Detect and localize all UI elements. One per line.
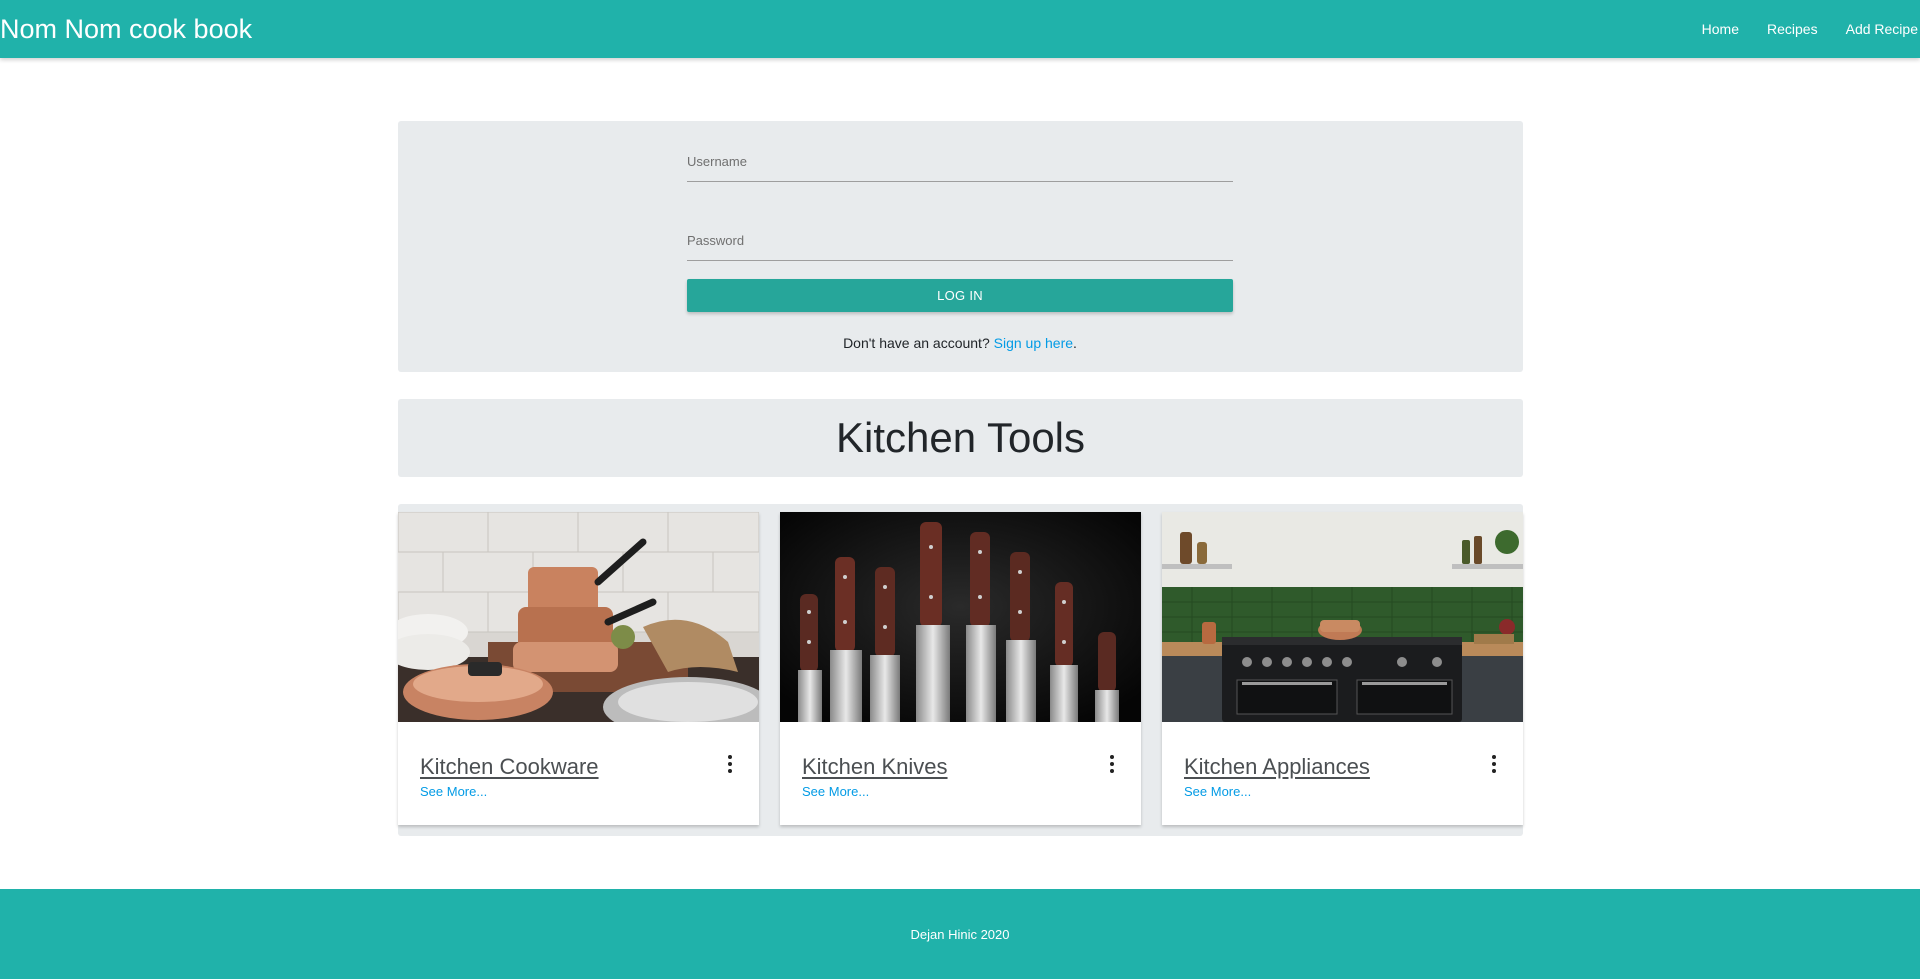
see-more-link[interactable]: See More... bbox=[802, 784, 869, 799]
signup-text: Don't have an account? bbox=[843, 335, 990, 351]
nav-link-home[interactable]: Home bbox=[1702, 21, 1739, 37]
login-panel: Username Password LOG IN Don't have an a… bbox=[398, 121, 1523, 372]
nav-link-add-recipe[interactable]: Add Recipe bbox=[1846, 21, 1918, 37]
card-kitchen-knives: Kitchen Knives See More... bbox=[780, 512, 1141, 825]
signup-link[interactable]: Sign up here bbox=[994, 335, 1073, 351]
nav-links: Home Recipes Add Recipe bbox=[1674, 0, 1920, 58]
more-vert-icon[interactable] bbox=[1489, 751, 1499, 777]
kitchen-range-photo[interactable] bbox=[1162, 512, 1523, 722]
cards-area: Kitchen Cookware See More... Kitchen Kni… bbox=[398, 504, 1523, 836]
signup-prompt: Don't have an account? Sign up here. bbox=[687, 335, 1233, 351]
more-vert-icon[interactable] bbox=[725, 751, 735, 777]
username-underline bbox=[687, 181, 1233, 182]
card-title[interactable]: Kitchen Knives bbox=[802, 754, 948, 780]
card-title[interactable]: Kitchen Cookware bbox=[420, 754, 599, 780]
more-vert-icon[interactable] bbox=[1107, 751, 1117, 777]
password-placeholder: Password bbox=[687, 233, 745, 248]
signup-suffix: . bbox=[1073, 335, 1077, 351]
copper-cookware-photo[interactable] bbox=[398, 512, 759, 722]
nav-link-recipes[interactable]: Recipes bbox=[1767, 21, 1818, 37]
card-title[interactable]: Kitchen Appliances bbox=[1184, 754, 1370, 780]
section-title-panel: Kitchen Tools bbox=[398, 399, 1523, 477]
footer-text: Dejan Hinic 2020 bbox=[910, 926, 1010, 942]
knife-set-photo[interactable] bbox=[780, 512, 1141, 722]
navbar: Nom Nom cook book Home Recipes Add Recip… bbox=[0, 0, 1920, 58]
card-kitchen-cookware: Kitchen Cookware See More... bbox=[398, 512, 759, 825]
brand-logo[interactable]: Nom Nom cook book bbox=[0, 0, 252, 58]
username-placeholder: Username bbox=[687, 154, 747, 169]
footer: Dejan Hinic 2020 bbox=[0, 889, 1920, 979]
see-more-link[interactable]: See More... bbox=[1184, 784, 1251, 799]
section-title: Kitchen Tools bbox=[835, 414, 1086, 461]
see-more-link[interactable]: See More... bbox=[420, 784, 487, 799]
card-kitchen-appliances: Kitchen Appliances See More... bbox=[1162, 512, 1523, 825]
login-button[interactable]: LOG IN bbox=[687, 279, 1233, 312]
password-underline bbox=[687, 260, 1233, 261]
